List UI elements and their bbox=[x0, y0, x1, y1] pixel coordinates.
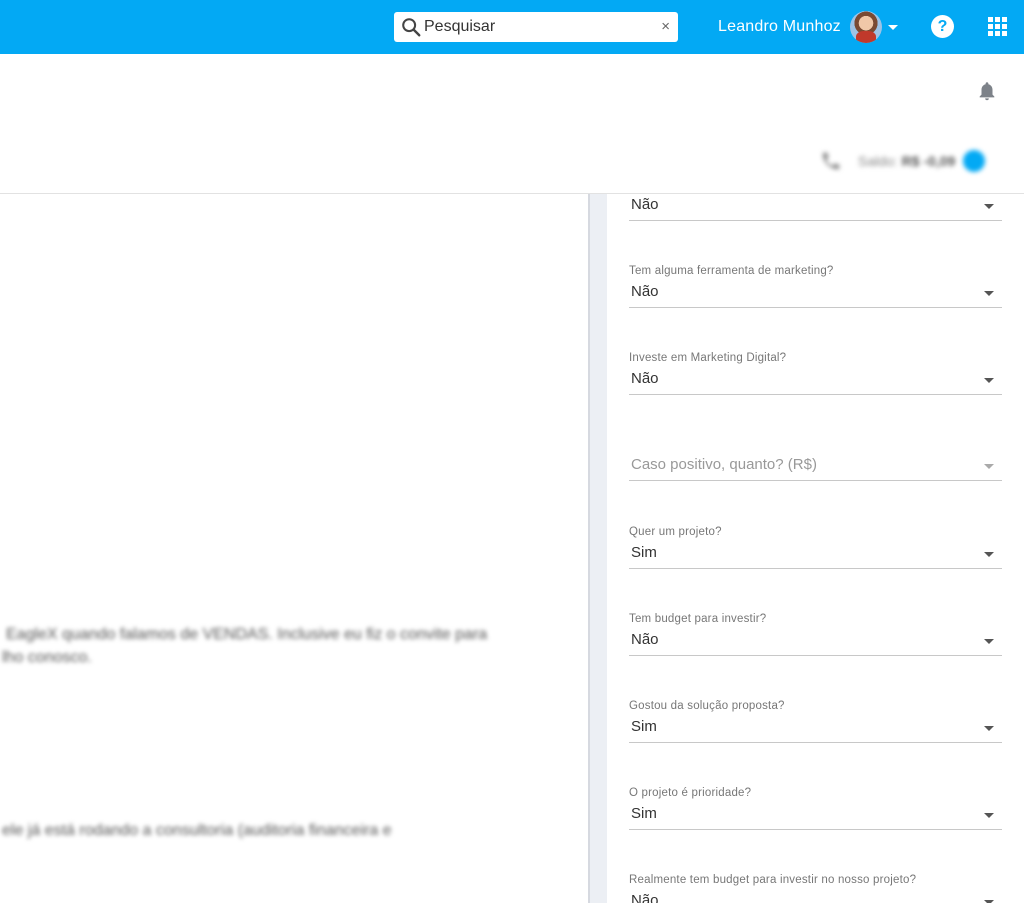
balance-label: Saldo: bbox=[858, 153, 898, 169]
balance-badge[interactable] bbox=[963, 150, 986, 172]
phone-icon[interactable] bbox=[820, 150, 842, 172]
form-field: Tem alguma ferramenta de marketing? Não bbox=[629, 265, 1002, 308]
form-field: Gostou da solução proposta? Sim bbox=[629, 700, 1002, 743]
field-label: O projeto é prioridade? bbox=[629, 787, 752, 799]
user-name: Leandro Munhoz bbox=[718, 18, 841, 35]
chevron-down-icon bbox=[984, 639, 994, 644]
form-field: Quer um projeto? Sim bbox=[629, 526, 1002, 569]
conversation-panel: EagleX quando falamos de VENDAS. Inclusi… bbox=[0, 194, 588, 903]
form-field: O projeto é prioridade? Sim bbox=[629, 787, 1002, 830]
page-header bbox=[0, 54, 1024, 194]
field-value: Não bbox=[631, 283, 659, 300]
qualification-form: Não Tem alguma ferramenta de marketing? … bbox=[607, 194, 1024, 903]
form-field: Caso positivo, quanto? (R$) bbox=[629, 438, 1002, 481]
field-select[interactable]: Sim bbox=[629, 716, 1002, 743]
apps-grid-icon[interactable] bbox=[988, 17, 1008, 37]
chevron-down-icon bbox=[984, 813, 994, 818]
field-select[interactable]: Sim bbox=[629, 803, 1002, 830]
field-select[interactable]: Sim bbox=[629, 542, 1002, 569]
field-value: Sim bbox=[631, 544, 657, 561]
user-menu[interactable]: Leandro Munhoz bbox=[718, 10, 898, 44]
field-value: Não bbox=[631, 370, 659, 387]
help-icon[interactable]: ? bbox=[931, 15, 954, 38]
field-label: Quer um projeto? bbox=[629, 526, 722, 538]
panel-divider[interactable] bbox=[588, 194, 607, 903]
chevron-down-icon bbox=[984, 204, 994, 209]
top-bar: × Leandro Munhoz ? bbox=[0, 0, 1024, 54]
message-text-line: lho conosco. bbox=[2, 649, 92, 666]
message-text-line: ele já está rodando a consultoria (audit… bbox=[2, 822, 392, 839]
form-field: Realmente tem budget para investir no no… bbox=[629, 874, 1002, 903]
bell-icon[interactable] bbox=[976, 80, 998, 102]
chevron-down-icon bbox=[984, 726, 994, 731]
field-label: Tem alguma ferramenta de marketing? bbox=[629, 265, 834, 277]
field-select[interactable]: Não bbox=[629, 194, 1002, 221]
field-value: Não bbox=[631, 631, 659, 648]
chevron-down-icon[interactable] bbox=[887, 24, 898, 30]
field-select[interactable]: Não bbox=[629, 368, 1002, 395]
field-placeholder: Caso positivo, quanto? (R$) bbox=[631, 456, 817, 473]
field-label: Tem budget para investir? bbox=[629, 613, 767, 625]
search-icon bbox=[402, 18, 421, 37]
field-value: Não bbox=[631, 196, 659, 213]
chevron-down-icon bbox=[984, 552, 994, 557]
balance-text: Saldo: R$ -0,09 bbox=[858, 153, 955, 169]
form-field: Não bbox=[629, 194, 1002, 221]
field-select[interactable]: Não bbox=[629, 890, 1002, 903]
field-value: Sim bbox=[631, 805, 657, 822]
close-icon[interactable]: × bbox=[661, 18, 670, 36]
form-field: Investe em Marketing Digital? Não bbox=[629, 352, 1002, 395]
balance-row: Saldo: R$ -0,09 bbox=[820, 150, 986, 172]
message-text-line: EagleX quando falamos de VENDAS. Inclusi… bbox=[6, 626, 488, 643]
chevron-down-icon bbox=[984, 378, 994, 383]
search-input[interactable] bbox=[424, 16, 644, 38]
field-select[interactable]: Caso positivo, quanto? (R$) bbox=[629, 454, 1002, 481]
search-box[interactable]: × bbox=[394, 12, 678, 42]
field-value: Não bbox=[631, 892, 659, 903]
field-label: Investe em Marketing Digital? bbox=[629, 352, 787, 364]
chevron-down-icon bbox=[984, 291, 994, 296]
field-label: Realmente tem budget para investir no no… bbox=[629, 874, 917, 886]
form-field: Tem budget para investir? Não bbox=[629, 613, 1002, 656]
chevron-down-icon bbox=[984, 464, 994, 469]
field-value: Sim bbox=[631, 718, 657, 735]
balance-value: R$ -0,09 bbox=[901, 153, 956, 169]
field-label: Gostou da solução proposta? bbox=[629, 700, 785, 712]
field-select[interactable]: Não bbox=[629, 281, 1002, 308]
field-label bbox=[629, 438, 1002, 454]
avatar[interactable] bbox=[849, 11, 882, 43]
field-select[interactable]: Não bbox=[629, 629, 1002, 656]
